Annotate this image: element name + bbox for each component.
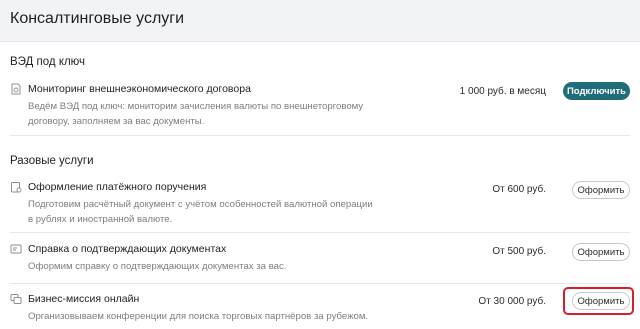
document-clock-icon (10, 83, 22, 95)
page-header: Консалтинговые услуги (0, 0, 640, 42)
page-title: Консалтинговые услуги (10, 10, 185, 27)
service-title: Бизнес-миссия онлайн (28, 293, 140, 305)
service-description: Ведём ВЭД под ключ: мониторим зачисления… (28, 101, 364, 127)
order-button-business-mission[interactable]: Оформить (572, 292, 630, 310)
order-button-certificate[interactable]: Оформить (572, 243, 630, 261)
service-price: От 30 000 руб. (478, 296, 546, 307)
service-title: Оформление платёжного поручения (28, 181, 207, 193)
divider (10, 283, 630, 284)
payment-order-icon (10, 181, 22, 193)
service-description: Оформим справку о подтверждающих докумен… (28, 261, 287, 272)
service-price: От 600 руб. (492, 184, 546, 195)
divider (10, 232, 630, 233)
order-button-payment[interactable]: Оформить (572, 181, 630, 199)
service-description: Подготовим расчётный документ с учётом о… (28, 199, 373, 225)
conference-icon (10, 293, 22, 305)
service-description: Организовываем конференции для поиска то… (28, 311, 369, 322)
connect-button[interactable]: Подключить (563, 82, 630, 100)
section-title-onetime: Разовые услуги (10, 155, 94, 167)
service-price: От 500 руб. (492, 246, 546, 257)
divider (10, 135, 630, 136)
certificate-icon (10, 243, 22, 255)
service-title: Справка о подтверждающих документах (28, 243, 227, 255)
section-title-ved: ВЭД под ключ (10, 56, 86, 68)
service-price: 1 000 руб. в месяц (459, 86, 546, 97)
service-title: Мониторинг внешнеэкономического договора (28, 83, 251, 95)
